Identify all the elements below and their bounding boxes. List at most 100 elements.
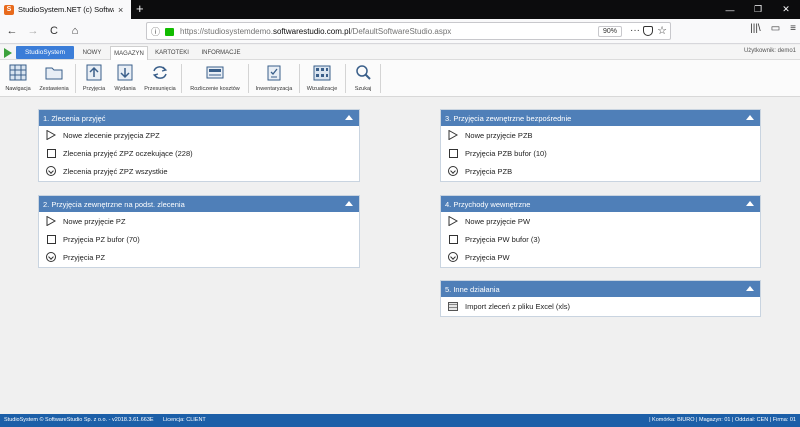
panel-title: 1. Zlecenia przyjęć: [43, 113, 106, 123]
pocket-icon[interactable]: [643, 26, 653, 36]
hamburger-menu-icon[interactable]: ≡: [790, 23, 796, 34]
reload-icon[interactable]: C: [45, 22, 63, 40]
square-icon: [46, 234, 56, 244]
list-item[interactable]: Import zleceń z pliku Excel (xls): [441, 297, 760, 315]
list-item[interactable]: Zlecenia przyjęć ZPZ oczekujące (228): [39, 144, 359, 162]
list-item[interactable]: Przyjęcia PW bufor (3): [441, 230, 760, 248]
panel-header[interactable]: 3. Przyjęcia zewnętrzne bezpośrednie: [441, 110, 760, 126]
bookmark-star-icon[interactable]: ☆: [657, 24, 667, 37]
list-item[interactable]: Przyjęcia PZB bufor (10): [441, 144, 760, 162]
back-icon[interactable]: ←: [3, 22, 21, 40]
item-label: Zlecenia przyjęć ZPZ oczekujące (228): [63, 148, 193, 158]
toolbar-przesuniecia[interactable]: Przesunięcia: [141, 60, 179, 97]
panel-title: 5. Inne działania: [445, 284, 500, 294]
toolbar-rozliczenie-kosztow[interactable]: Rozliczenie kosztów: [184, 60, 246, 97]
app-menu: StudioSystem NOWY MAGAZYN KARTOTEKI INFO…: [0, 45, 800, 60]
square-icon: [448, 148, 458, 158]
tab-nowy[interactable]: NOWY: [78, 46, 106, 60]
toolbar-wizualizacje[interactable]: Wizualizacje: [301, 60, 343, 97]
toolbar-szukaj[interactable]: Szukaj: [348, 60, 378, 97]
item-label: Zlecenia przyjęć ZPZ wszystkie: [63, 166, 168, 176]
collapse-icon[interactable]: [746, 201, 754, 206]
list-item[interactable]: Przyjęcia PZB: [441, 162, 760, 180]
item-label: Przyjęcia PZ bufor (70): [63, 234, 140, 244]
list-item[interactable]: Przyjęcia PW: [441, 248, 760, 266]
user-label: Użytkownik: demo1: [743, 48, 796, 54]
toolbar: Nawigacja Zestawienia Przyjęcia Wydania …: [0, 60, 800, 97]
panel-header[interactable]: 5. Inne działania: [441, 281, 760, 297]
list-item[interactable]: Nowe przyjęcie PZ: [39, 212, 359, 230]
list-item[interactable]: Nowe przyjęcie PZB: [441, 126, 760, 144]
toolbar-nawigacja[interactable]: Nawigacja: [2, 60, 34, 97]
tab-kartoteki[interactable]: KARTOTEKI: [151, 46, 193, 60]
play-icon[interactable]: [4, 48, 12, 58]
toolbar-inwentaryzacja[interactable]: Inwentaryzacja: [251, 60, 297, 97]
play-outline-icon: [448, 216, 458, 226]
copyright-text: StudioSystem © SoftwareStudio Sp. z o.o.…: [4, 417, 154, 423]
panel-header[interactable]: 1. Zlecenia przyjęć: [39, 110, 359, 126]
item-label: Przyjęcia PW: [465, 252, 510, 262]
toolbar-separator: [181, 64, 182, 93]
arrow-down-icon: [116, 64, 134, 81]
forward-icon[interactable]: →: [24, 22, 42, 40]
browser-tab[interactable]: S StudioSystem.NET (c) Software ×: [0, 0, 131, 19]
library-icon[interactable]: |||\: [750, 23, 761, 34]
circle-chevron-icon: [448, 166, 458, 176]
list-item[interactable]: Nowe zlecenie przyjęcia ZPZ: [39, 126, 359, 144]
info-icon[interactable]: ⓘ: [151, 25, 160, 38]
collapse-icon[interactable]: [345, 115, 353, 120]
collapse-icon[interactable]: [345, 201, 353, 206]
zoom-level[interactable]: 90%: [597, 26, 622, 37]
toolbar-separator: [380, 64, 381, 93]
list-item[interactable]: Przyjęcia PZ bufor (70): [39, 230, 359, 248]
item-label: Przyjęcia PW bufor (3): [465, 234, 541, 244]
refresh-icon: [151, 64, 169, 81]
panel-przyjecia-zewnetrzne: 2. Przyjęcia zewnętrzne na podst. zlecen…: [38, 195, 360, 268]
minimize-icon[interactable]: —: [716, 0, 744, 19]
panel-header[interactable]: 4. Przychody wewnętrzne: [441, 196, 760, 212]
list-item[interactable]: Nowe przyjęcie PW: [441, 212, 760, 230]
item-label: Przyjęcia PZB bufor (10): [465, 148, 547, 158]
toolbar-separator: [248, 64, 249, 93]
url-bar[interactable]: ⓘ https://studiosystemdemo.softwarestudi…: [146, 22, 671, 40]
close-window-icon[interactable]: ✕: [772, 0, 800, 19]
tab-title: StudioSystem.NET (c) Software: [18, 5, 114, 14]
sidebar-icon[interactable]: ▭: [771, 23, 780, 34]
browser-navbar: ← → C ⌂ ⓘ https://studiosystemdemo.softw…: [0, 19, 800, 44]
panel-przyjecia-bezposrednie: 3. Przyjęcia zewnętrzne bezpośrednie Now…: [440, 109, 761, 182]
toolbar-label: Inwentaryzacja: [255, 86, 293, 92]
circle-chevron-icon: [46, 166, 56, 176]
spreadsheet-icon: [448, 301, 458, 311]
toolbar-separator: [345, 64, 346, 93]
item-label: Przyjęcia PZ: [63, 252, 106, 262]
studiosystem-button[interactable]: StudioSystem: [16, 46, 74, 59]
new-tab-icon[interactable]: +: [136, 2, 144, 16]
tab-informacje[interactable]: INFORMACJE: [197, 46, 245, 60]
list-item[interactable]: Przyjęcia PZ: [39, 248, 359, 266]
collapse-icon[interactable]: [746, 115, 754, 120]
context-info: | Komórka: BIURO | Magazyn: 01 | Oddział…: [649, 417, 796, 423]
toolbar-zestawienia[interactable]: Zestawienia: [37, 60, 71, 97]
panel-inne-dzialania: 5. Inne działania Import zleceń z pliku …: [440, 280, 761, 317]
toolbar-wydania[interactable]: Wydania: [110, 60, 140, 97]
collapse-icon[interactable]: [746, 286, 754, 291]
page-actions-icon[interactable]: ···: [630, 25, 640, 36]
toolbar-przyjecia[interactable]: Przyjęcia: [79, 60, 109, 97]
url-text: https://studiosystemdemo.softwarestudio.…: [180, 26, 452, 36]
restore-icon[interactable]: ❐: [744, 0, 772, 19]
home-icon[interactable]: ⌂: [66, 22, 84, 40]
toolbar-label: Przesunięcia: [144, 86, 176, 92]
status-bar: StudioSystem © SoftwareStudio Sp. z o.o.…: [0, 414, 800, 427]
panel-header[interactable]: 2. Przyjęcia zewnętrzne na podst. zlecen…: [39, 196, 359, 212]
tab-magazyn[interactable]: MAGAZYN: [110, 46, 148, 60]
item-label: Nowe przyjęcie PZ: [63, 216, 126, 226]
calculator-icon: [206, 64, 224, 81]
list-item[interactable]: Zlecenia przyjęć ZPZ wszystkie: [39, 162, 359, 180]
circle-chevron-icon: [448, 252, 458, 262]
toolbar-label: Wizualizacje: [306, 86, 338, 92]
square-icon: [448, 234, 458, 244]
close-tab-icon[interactable]: ×: [118, 5, 123, 15]
search-icon: [354, 64, 372, 81]
toolbar-label: Nawigacja: [5, 86, 31, 92]
panel-title: 4. Przychody wewnętrzne: [445, 199, 531, 209]
